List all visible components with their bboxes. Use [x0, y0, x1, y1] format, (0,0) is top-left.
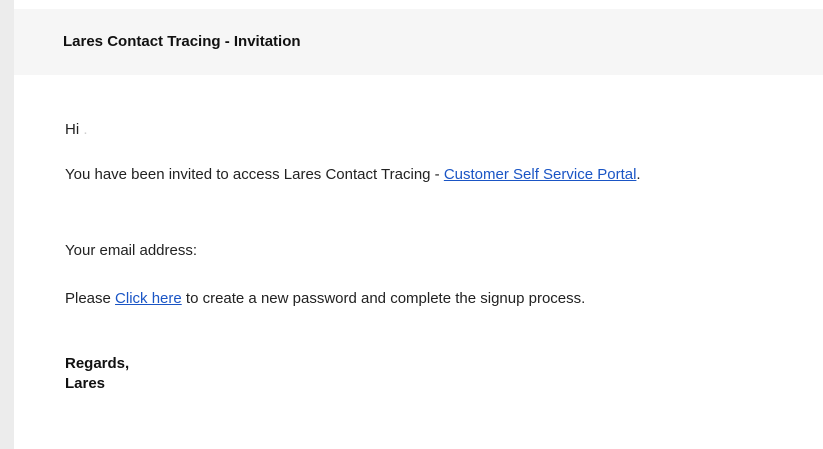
regards-text: Regards,	[65, 355, 130, 372]
signature-block: Regards, Lares	[65, 354, 129, 394]
greeting-punctuation: .	[83, 121, 88, 138]
click-here-link[interactable]: Click here	[115, 290, 182, 307]
email-message: Lares Contact Tracing - Invitation Hi . …	[14, 0, 823, 449]
email-header: Lares Contact Tracing - Invitation	[14, 9, 823, 75]
password-prefix: Please	[65, 290, 116, 307]
invite-paragraph: You have been invited to access Lares Co…	[65, 165, 765, 184]
invite-end: .	[636, 166, 641, 183]
portal-link[interactable]: Customer Self Service Portal	[444, 166, 637, 183]
password-suffix: to create a new password and complete th…	[181, 290, 586, 307]
email-view: Lares Contact Tracing - Invitation Hi . …	[0, 0, 823, 449]
password-paragraph: Please Click here to create a new passwo…	[65, 289, 585, 308]
invite-text: You have been invited to access Lares Co…	[65, 166, 444, 183]
left-border-bar	[0, 0, 14, 449]
signature-name: Lares	[65, 375, 106, 392]
email-address-label: Your email address:	[65, 242, 198, 259]
email-subject: Lares Contact Tracing - Invitation	[63, 33, 301, 50]
greeting-line: Hi .	[65, 120, 88, 139]
greeting-text: Hi	[65, 121, 80, 138]
